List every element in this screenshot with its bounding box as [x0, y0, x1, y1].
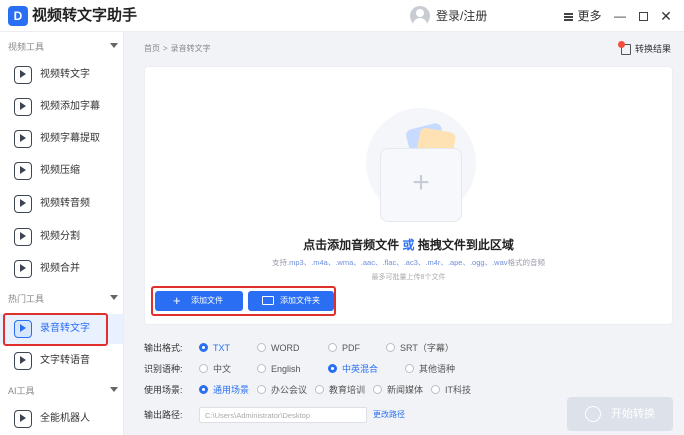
sidebar-section-video[interactable]: 视频工具 [8, 40, 120, 54]
chevron-down-icon [110, 295, 118, 300]
minimize-button[interactable]: — [610, 6, 630, 26]
merge-icon [14, 260, 32, 278]
language-label: 识别语种: [144, 364, 183, 374]
upload-illustration: + [366, 108, 476, 226]
convert-icon [585, 406, 601, 422]
compress-icon [14, 162, 32, 180]
start-conversion-button[interactable]: 开始转换 [567, 397, 673, 431]
menu-icon [564, 12, 574, 21]
plus-icon: + [173, 293, 181, 308]
upload-limit-note: 最多可批量上传8个文件 [371, 274, 446, 281]
sidebar-item-extract-subtitle[interactable]: 视频字幕提取 [0, 124, 123, 154]
sidebar-section-hot[interactable]: 热门工具 [8, 292, 120, 306]
avatar-icon[interactable] [410, 6, 430, 26]
sidebar-item-merge[interactable]: 视频合并 [0, 254, 123, 284]
add-folder-button[interactable]: 添加文件夹 [248, 291, 334, 311]
change-path-link[interactable]: 更改路径 [373, 409, 405, 421]
more-label: 更多 [577, 9, 602, 23]
breadcrumb: 首页 > 录音转文字 [144, 44, 211, 53]
output-path-label: 输出路径: [144, 410, 183, 420]
chevron-down-icon [110, 43, 118, 48]
sidebar-item-text-to-speech[interactable]: 文字转语音 [0, 346, 123, 376]
sidebar-item-compress[interactable]: 视频压缩 [0, 156, 123, 186]
chevron-down-icon [110, 387, 118, 392]
sidebar-item-video-to-audio[interactable]: 视频转音频 [0, 189, 123, 219]
app-logo-icon: D [8, 6, 28, 26]
maximize-icon [638, 12, 648, 22]
split-icon [14, 228, 32, 246]
document-icon [618, 41, 631, 56]
scene-label: 使用场景: [144, 385, 183, 395]
add-file-button[interactable]: + 添加文件 [155, 291, 243, 311]
extract-icon [14, 130, 32, 148]
close-button[interactable]: ✕ [656, 6, 676, 26]
maximize-button[interactable] [633, 6, 653, 26]
notification-badge [618, 41, 625, 49]
breadcrumb-home[interactable]: 首页 [144, 44, 160, 53]
robot-icon [14, 410, 32, 428]
video-icon [14, 66, 32, 84]
output-format-label: 输出格式: [144, 343, 183, 353]
more-menu-button[interactable]: 更多 [562, 6, 604, 26]
title-bar: D 视频转文字助手 登录/注册 更多 — ✕ [0, 0, 684, 32]
supported-formats: 支持.mp3、.m4a、.wma、.aac、.flac、.ac3、.m4r、.a… [272, 258, 545, 267]
upload-box: + [380, 148, 462, 222]
app-title: 视频转文字助手 [32, 7, 138, 24]
login-link[interactable]: 登录/注册 [436, 8, 487, 24]
sidebar-item-add-subtitle[interactable]: 视频添加字幕 [0, 92, 123, 122]
breadcrumb-current: 录音转文字 [170, 44, 211, 53]
sidebar-item-robot[interactable]: 全能机器人 [0, 404, 123, 434]
sidebar-section-ai[interactable]: AI工具 [8, 384, 120, 398]
drop-zone-title: 点击添加音频文件 或 拖拽文件到此区域 [303, 238, 514, 252]
subtitle-icon [14, 98, 32, 116]
sidebar-item-split[interactable]: 视频分割 [0, 222, 123, 252]
folder-icon [262, 296, 274, 305]
highlight-frame [3, 313, 108, 346]
audio-icon [14, 195, 32, 213]
output-path-input[interactable] [199, 407, 367, 423]
conversion-result-button[interactable]: 转换结果 [618, 41, 671, 56]
sidebar-item-video-to-text[interactable]: 视频转文字 [0, 60, 123, 90]
plus-icon: + [412, 166, 430, 199]
speech-icon [14, 352, 32, 370]
